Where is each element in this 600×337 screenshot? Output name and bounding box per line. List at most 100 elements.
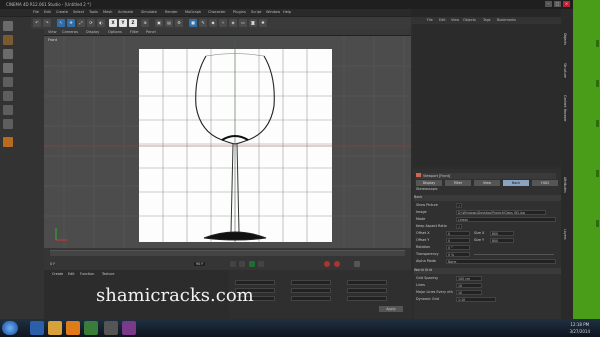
tool-snap-icon[interactable]	[3, 105, 13, 115]
menu-create[interactable]: Create	[56, 10, 68, 14]
tool-model-icon[interactable]	[3, 35, 13, 45]
vp-menu-filter[interactable]: Filter	[130, 30, 139, 34]
media-icon[interactable]	[66, 321, 80, 335]
autokey-icon[interactable]	[334, 261, 340, 267]
menu-animate[interactable]: Animate	[118, 10, 133, 14]
record-icon[interactable]	[324, 261, 330, 267]
vp-menu-options[interactable]: Options	[108, 30, 122, 34]
menu-file[interactable]: File	[33, 10, 39, 14]
mode-select[interactable]: Linear	[456, 217, 556, 222]
mat-menu-texture[interactable]: Texture	[102, 272, 114, 276]
y-axis-button[interactable]: Y	[119, 19, 127, 27]
array-icon[interactable]: ✧	[219, 19, 227, 27]
menu-mesh[interactable]: Mesh	[103, 10, 112, 14]
vp-menu-panel[interactable]: Panel	[146, 30, 156, 34]
menu-tools[interactable]: Tools	[89, 10, 98, 14]
rotate-icon[interactable]: ⟳	[87, 19, 95, 27]
tool-edge-icon[interactable]	[3, 77, 13, 87]
side-tab-attributes[interactable]: Attributes	[563, 177, 567, 193]
offset-y-field[interactable]: 0	[446, 238, 470, 243]
move-icon[interactable]: ✥	[67, 19, 75, 27]
size-x-field[interactable]: 800	[490, 231, 514, 236]
size-z[interactable]	[291, 296, 331, 301]
maximize-icon[interactable]: □	[554, 1, 561, 7]
side-tab-layers[interactable]: Layers	[563, 229, 567, 240]
tab-filter[interactable]: Filter	[445, 180, 471, 186]
side-tab-structure[interactable]: Structure	[563, 63, 567, 78]
subdiv-icon[interactable]: ◆	[209, 19, 217, 27]
object-list[interactable]	[413, 24, 571, 166]
cube-icon[interactable]: ■	[189, 19, 197, 27]
keyframe-icon[interactable]	[354, 261, 360, 267]
tab-hud[interactable]: HUD	[532, 180, 558, 186]
menu-help[interactable]: Help	[283, 10, 291, 14]
recent-icon[interactable]: ◐	[97, 19, 105, 27]
vp-menu-cameras[interactable]: Cameras	[62, 30, 78, 34]
lines-field[interactable]: 10	[456, 283, 482, 288]
render-pic-icon[interactable]: ▤	[165, 19, 173, 27]
pen-icon[interactable]: ✎	[199, 19, 207, 27]
select-icon[interactable]: ↖	[57, 19, 65, 27]
render-view-icon[interactable]: ▣	[155, 19, 163, 27]
app2-icon[interactable]	[122, 321, 136, 335]
close-icon[interactable]: ×	[563, 1, 570, 7]
offset-x-field[interactable]: 0	[446, 231, 470, 236]
menu-mograph[interactable]: MoGraph	[185, 10, 201, 14]
om-menu-objects[interactable]: Objects	[463, 18, 476, 22]
menu-edit[interactable]: Edit	[44, 10, 51, 14]
size-y[interactable]	[291, 288, 331, 293]
tab-back[interactable]: Back	[503, 180, 529, 186]
scale-icon[interactable]: ⤢	[77, 19, 85, 27]
minimize-icon[interactable]: –	[545, 1, 552, 7]
tool-workplane-icon[interactable]	[3, 119, 13, 129]
om-menu-view[interactable]: View	[451, 18, 459, 22]
tool-points-icon[interactable]	[3, 21, 13, 31]
render-settings-icon[interactable]: ⚙	[175, 19, 183, 27]
ie-icon[interactable]	[30, 321, 44, 335]
side-tab-content-browser[interactable]: Content Browser	[563, 95, 567, 122]
system-clock[interactable]: 12:18 PM 3/27/2014	[569, 321, 590, 335]
next-frame-icon[interactable]	[258, 261, 264, 267]
z-axis-button[interactable]: Z	[129, 19, 137, 27]
timeline-end[interactable]: 90 F	[194, 262, 206, 266]
mat-menu-create[interactable]: Create	[52, 272, 63, 276]
size-y-field[interactable]: 800	[490, 238, 514, 243]
cinema4d-icon[interactable]	[104, 321, 118, 335]
image-path-field[interactable]: D:\Windows\Desktop\Project\Glass_BG.jpg	[456, 210, 546, 215]
timeline-ruler[interactable]	[50, 250, 405, 256]
tool-texture-icon[interactable]	[3, 49, 13, 59]
rewind-icon[interactable]	[239, 261, 245, 267]
play-icon[interactable]	[249, 261, 255, 267]
transparency-field[interactable]: 0 %	[446, 252, 470, 257]
keep-aspect-checkbox[interactable]: ✓	[456, 224, 462, 229]
light-icon[interactable]: ✺	[259, 19, 267, 27]
tab-display[interactable]: Display	[416, 180, 442, 186]
rotation-field[interactable]: 0 °	[446, 245, 470, 250]
x-axis-button[interactable]: X	[109, 19, 117, 27]
menu-script[interactable]: Script	[251, 10, 261, 14]
major-lines-field[interactable]: 10	[456, 290, 482, 295]
size-x[interactable]	[291, 280, 331, 285]
mat-menu-edit[interactable]: Edit	[68, 272, 75, 276]
om-menu-tags[interactable]: Tags	[483, 18, 491, 22]
grid-spacing-field[interactable]: 100 cm	[456, 276, 482, 281]
rot-h[interactable]	[347, 280, 387, 285]
vp-menu-display[interactable]: Display	[86, 30, 99, 34]
dynamic-grid-select[interactable]: 1:10	[456, 297, 496, 302]
show-picture-checkbox[interactable]: ✓	[456, 203, 462, 208]
tab-view[interactable]: View	[474, 180, 500, 186]
app-icon[interactable]	[84, 321, 98, 335]
om-menu-edit[interactable]: Edit	[439, 18, 446, 22]
tool-poly-icon[interactable]	[3, 91, 13, 101]
tool-axis-icon[interactable]	[3, 63, 13, 73]
alpha-mode-select[interactable]: None	[446, 259, 556, 264]
redo-icon[interactable]: ↷	[43, 19, 51, 27]
mat-menu-function[interactable]: Function	[80, 272, 94, 276]
menu-render[interactable]: Render	[165, 10, 178, 14]
om-menu-bookmarks[interactable]: Bookmarks	[497, 18, 516, 22]
vp-menu-view[interactable]: View	[48, 30, 57, 34]
tool-magnet-icon[interactable]	[3, 137, 13, 147]
apply-button[interactable]: Apply	[379, 306, 403, 312]
menu-character[interactable]: Character	[208, 10, 226, 14]
menu-select[interactable]: Select	[73, 10, 84, 14]
